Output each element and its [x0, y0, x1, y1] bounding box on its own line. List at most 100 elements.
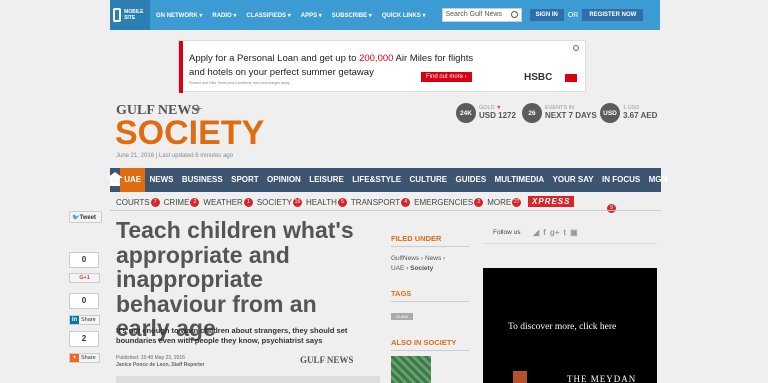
breadcrumb-uae[interactable]: UAE ›	[391, 265, 410, 272]
section-title[interactable]: SOCIETY	[115, 114, 264, 153]
count-badge: 1	[243, 197, 253, 207]
google-plus-icon[interactable]: g+	[550, 228, 560, 237]
also-in-society-heading: ALSO IN SOCIETY	[391, 338, 457, 347]
article-byline: Published: 15:40 May 23, 2016 Janice Pon…	[116, 355, 205, 369]
sub-nav: COURTS 7 CRIME 2 WEATHER 1 SOCIETY 16 HEALTH…	[116, 194, 525, 210]
author-name: Janice Ponce de Leon, Staff Reporter	[116, 362, 205, 368]
divider	[391, 350, 469, 351]
nav-guides[interactable]: GUIDES	[451, 168, 490, 192]
top-nav-subscribe[interactable]: SUBSCRIBE	[332, 12, 372, 19]
instagram-icon[interactable]: ▣	[570, 228, 578, 237]
ad-accent-bar	[179, 41, 183, 93]
top-nav-gn-network[interactable]: GN NETWORK	[156, 12, 202, 19]
dateline: June 21, 2016 | Last updated 6 minutes a…	[116, 153, 233, 159]
nav-life-style[interactable]: LIFE&STYLE	[348, 168, 405, 192]
events-value: NEXT 7 DAYS	[545, 111, 597, 120]
nav-multimedia[interactable]: MULTIMEDIA	[490, 168, 548, 192]
linkedin-icon: in	[70, 316, 79, 324]
follow-us-label: Follow us	[493, 229, 521, 236]
share-button[interactable]: + Share	[69, 353, 100, 363]
mobile-site-label: MOBILE SITE	[124, 9, 144, 21]
gplus-count: 0	[69, 252, 99, 268]
subnav-society[interactable]: SOCIETY 16	[257, 197, 302, 207]
nav-mgn[interactable]: MGN	[644, 168, 671, 192]
currency-circle: USD	[600, 103, 620, 123]
search-placeholder: Search Gulf News	[445, 11, 502, 18]
published-date: Published: 15:40 May 23, 2016	[116, 355, 185, 361]
subnav-transport[interactable]: TRANSPORT 4	[351, 197, 411, 207]
nav-news[interactable]: NEWS	[145, 168, 177, 192]
ad-replay-icon[interactable]	[573, 45, 579, 51]
breadcrumb-gulfnews-news[interactable]: GulfNews › News ›	[391, 254, 445, 264]
top-nav-apps[interactable]: APPS	[301, 12, 322, 19]
nav-in-focus[interactable]: IN FOCUS	[598, 168, 645, 192]
hsbc-logo: HSBC	[524, 72, 553, 83]
register-button[interactable]: REGISTER NOW	[582, 9, 644, 21]
nav-your-say[interactable]: YOUR SAY	[548, 168, 597, 192]
gplus-button[interactable]: G+1	[69, 273, 100, 283]
follow-us-bar: Follow us ◢ f g+ t ▣	[483, 224, 657, 244]
nav-sport[interactable]: SPORT	[227, 168, 263, 192]
home-icon	[107, 172, 123, 186]
top-nav-radio[interactable]: RADIO	[212, 12, 236, 19]
sidebar-ad-brand: THE MEYDAN	[567, 374, 637, 383]
xpress-logo[interactable]: XPRESS	[528, 196, 575, 207]
divider	[391, 301, 469, 302]
events-circle: 26	[522, 103, 542, 123]
tags-heading: TAGS	[391, 289, 412, 298]
or-label: OR	[567, 11, 579, 19]
nav-business[interactable]: BUSINESS	[178, 168, 227, 192]
subnav-health[interactable]: HEALTH 5	[306, 197, 347, 207]
hsbc-hexagon-icon	[565, 74, 577, 82]
nav-leisure[interactable]: LEISURE	[305, 168, 348, 192]
events-widget[interactable]: 26 EVENTS IN NEXT 7 DAYS	[522, 103, 597, 123]
ad-find-out-more-button[interactable]: Find out more ›	[421, 72, 472, 82]
top-bar: MOBILE SITE GN NETWORK RADIO CLASSIFIEDS…	[110, 0, 660, 30]
nav-culture[interactable]: CULTURE	[405, 168, 451, 192]
linkedin-share-button[interactable]: in Share	[69, 315, 100, 325]
phone-icon	[113, 8, 122, 22]
source-logo: GULF NEWS	[300, 355, 354, 365]
meydan-logo-icon	[513, 371, 527, 383]
subnav-weather[interactable]: WEATHER 1	[203, 197, 253, 207]
sign-in-button[interactable]: SIGN IN	[529, 9, 564, 21]
search-icon[interactable]	[510, 11, 518, 18]
top-nav-quick-links[interactable]: QUICK LINKS	[382, 12, 426, 19]
subnav-courts[interactable]: COURTS 7	[116, 197, 160, 207]
linkedin-count: 0	[69, 293, 99, 309]
home-button[interactable]	[107, 168, 123, 192]
divider	[110, 210, 661, 211]
nav-uae[interactable]: UAE	[120, 168, 146, 192]
article-image	[116, 376, 380, 383]
count-badge: 16	[292, 197, 302, 207]
divider	[391, 246, 469, 247]
breadcrumb-society[interactable]: Society	[410, 265, 433, 272]
filed-under-breadcrumb: GulfNews › News › UAE › Society	[391, 254, 445, 274]
ad-line-1: Apply for a Personal Loan and get up to …	[189, 53, 474, 64]
share-plus-icon: +	[70, 354, 79, 362]
top-nav: GN NETWORK RADIO CLASSIFIEDS APPS SUBSCR…	[156, 12, 436, 19]
sidebar-ad[interactable]: To discover more, click here THE MEYDAN	[483, 268, 657, 383]
currency-widget[interactable]: USD 1 USD 3.67 AED	[600, 103, 657, 123]
top-nav-classifieds[interactable]: CLASSIFIEDS	[246, 12, 290, 19]
share-count: 2	[69, 331, 99, 347]
gold-circle: 24K	[456, 103, 476, 123]
tweet-button[interactable]: 🐦Tweet	[69, 211, 102, 223]
related-article-thumbnail[interactable]	[391, 356, 431, 383]
gold-widget[interactable]: 24K GOLD ▼ USD 1272	[456, 103, 516, 123]
count-badge: 2	[474, 197, 484, 207]
banner-ad[interactable]: Apply for a Personal Loan and get up to …	[178, 40, 586, 93]
subnav-emergencies[interactable]: EMERGENCIES 2	[414, 197, 484, 207]
xpress-count-badge: 9	[607, 204, 616, 213]
tag-dubai[interactable]: DUBAI	[391, 313, 414, 320]
mobile-site-link[interactable]: MOBILE SITE	[110, 0, 150, 30]
subnav-more[interactable]: MORE 27	[487, 197, 522, 207]
twitter-icon[interactable]: t	[563, 228, 566, 237]
sidebar-ad-text: To discover more, click here	[508, 322, 617, 332]
count-badge: 7	[150, 197, 160, 207]
subnav-crime[interactable]: CRIME 2	[164, 197, 200, 207]
nav-opinion[interactable]: OPINION	[263, 168, 305, 192]
rss-icon[interactable]: ◢	[533, 228, 539, 237]
facebook-icon[interactable]: f	[543, 228, 546, 237]
search-input[interactable]: Search Gulf News	[441, 8, 522, 22]
